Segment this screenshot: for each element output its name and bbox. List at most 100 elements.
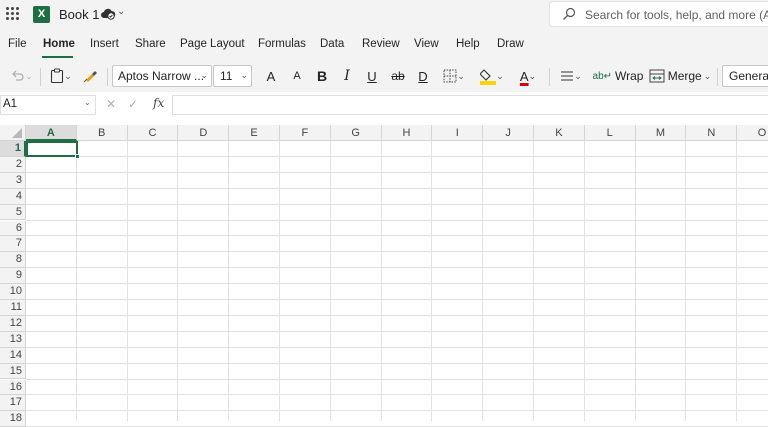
tab-share[interactable]: Share bbox=[135, 38, 166, 50]
app-launcher-icon[interactable] bbox=[6, 7, 20, 21]
ribbon-separator bbox=[717, 68, 718, 86]
column-header-f[interactable]: F bbox=[280, 125, 331, 141]
row-header-11[interactable]: 11 bbox=[0, 300, 26, 316]
grid-row-line bbox=[26, 171, 768, 173]
grid-row-line bbox=[26, 410, 768, 412]
column-header-g[interactable]: G bbox=[330, 125, 382, 141]
row-header-5[interactable]: 5 bbox=[0, 204, 26, 221]
confirm-icon[interactable]: ✓ bbox=[128, 97, 138, 111]
column-header-c[interactable]: C bbox=[127, 125, 179, 141]
document-title[interactable]: Book 1 bbox=[59, 7, 99, 22]
column-header-h[interactable]: H bbox=[381, 125, 433, 141]
merge-button[interactable]: Merge ⌄ bbox=[647, 66, 713, 86]
borders-icon bbox=[443, 69, 457, 83]
column-header-m[interactable]: M bbox=[635, 125, 687, 141]
column-header-a[interactable]: A bbox=[26, 125, 77, 141]
bold-button[interactable]: B bbox=[313, 66, 331, 86]
fill-color-button[interactable]: ⌄ bbox=[475, 66, 509, 86]
row-header-17[interactable]: 17 bbox=[0, 395, 26, 412]
column-header-k[interactable]: K bbox=[534, 125, 585, 141]
tab-draw[interactable]: Draw bbox=[497, 38, 524, 50]
grid-row-line bbox=[26, 299, 768, 300]
cancel-icon[interactable]: ✕ bbox=[106, 97, 116, 111]
font-color-glyph: A bbox=[519, 68, 529, 84]
tab-data[interactable]: Data bbox=[320, 38, 344, 50]
row-header-8[interactable]: 8 bbox=[0, 252, 26, 269]
grid-row-line bbox=[26, 203, 768, 205]
column-header-b[interactable]: B bbox=[76, 125, 128, 141]
grid-row-line bbox=[26, 155, 768, 157]
row-header-13[interactable]: 13 bbox=[0, 331, 26, 348]
row-header-3[interactable]: 3 bbox=[0, 172, 26, 189]
name-box-chevron-icon[interactable]: ⌄ bbox=[84, 98, 91, 107]
tab-formulas[interactable]: Formulas bbox=[258, 38, 306, 50]
row-header-2[interactable]: 2 bbox=[0, 156, 26, 173]
row-header-10[interactable]: 10 bbox=[0, 284, 26, 300]
italic-button[interactable]: I bbox=[338, 66, 356, 86]
grid-row-line bbox=[26, 346, 768, 348]
row-header-9[interactable]: 9 bbox=[0, 268, 26, 285]
clipboard-icon bbox=[51, 68, 64, 84]
tab-home[interactable]: Home bbox=[43, 38, 75, 50]
ribbon-tabs: File Home Insert Share Page Layout Formu… bbox=[0, 30, 768, 60]
row-header-4[interactable]: 4 bbox=[0, 188, 26, 205]
active-tab-indicator bbox=[42, 56, 73, 58]
row-header-7[interactable]: 7 bbox=[0, 236, 26, 253]
column-header-d[interactable]: D bbox=[178, 125, 230, 141]
tab-page-layout[interactable]: Page Layout bbox=[180, 38, 245, 50]
title-chevron-down-icon[interactable]: ⌄ bbox=[117, 6, 125, 17]
wrap-text-button[interactable]: ab↵ Wrap bbox=[592, 66, 644, 86]
select-all-corner[interactable] bbox=[0, 125, 26, 141]
grid-row-line bbox=[26, 394, 768, 396]
row-header-16[interactable]: 16 bbox=[0, 379, 26, 396]
undo-button[interactable]: ⌄ bbox=[8, 66, 36, 86]
tab-review[interactable]: Review bbox=[362, 38, 400, 50]
underline-button[interactable]: U bbox=[363, 66, 381, 86]
column-header-n[interactable]: N bbox=[686, 125, 738, 141]
formula-input[interactable] bbox=[172, 95, 768, 115]
row-header-6[interactable]: 6 bbox=[0, 220, 26, 237]
font-name-select[interactable]: Aptos Narrow ... ⌄ bbox=[112, 65, 212, 87]
number-format-select[interactable]: General bbox=[722, 65, 768, 87]
undo-icon bbox=[12, 70, 24, 81]
font-size-select[interactable]: 11 ⌄ bbox=[213, 65, 252, 87]
search-box[interactable]: Search for tools, help, and more (Alt + … bbox=[549, 1, 768, 27]
tab-insert[interactable]: Insert bbox=[90, 38, 119, 50]
column-header-j[interactable]: J bbox=[483, 125, 534, 141]
column-header-e[interactable]: E bbox=[229, 125, 280, 141]
tab-view[interactable]: View bbox=[414, 38, 439, 50]
name-box[interactable]: A1 bbox=[0, 95, 96, 115]
strikethrough-button[interactable]: ab bbox=[388, 66, 408, 86]
tab-help[interactable]: Help bbox=[456, 38, 480, 50]
column-header-i[interactable]: I bbox=[432, 125, 484, 141]
fill-handle[interactable] bbox=[75, 154, 80, 159]
align-button[interactable]: ⌄ bbox=[555, 66, 587, 86]
row-header-15[interactable]: 15 bbox=[0, 363, 26, 380]
row-header-14[interactable]: 14 bbox=[0, 347, 26, 364]
tab-file[interactable]: File bbox=[8, 38, 27, 50]
merge-label: Merge bbox=[667, 69, 702, 83]
increase-font-size-button[interactable]: A bbox=[262, 66, 280, 86]
column-header-l[interactable]: L bbox=[584, 125, 636, 141]
font-color-button[interactable]: A ⌄ bbox=[512, 66, 544, 86]
decrease-font-size-button[interactable]: A bbox=[288, 66, 306, 86]
column-header-o[interactable]: O bbox=[737, 125, 768, 141]
grid-row-line bbox=[26, 362, 768, 364]
paste-button[interactable]: ⌄ bbox=[46, 66, 76, 86]
row-header-1[interactable]: 1 bbox=[0, 141, 26, 157]
borders-button[interactable]: ⌄ bbox=[438, 66, 470, 86]
wrap-text-icon: ab↵ bbox=[592, 70, 613, 82]
double-underline-button[interactable]: D bbox=[414, 66, 432, 86]
insert-function-icon[interactable]: fx bbox=[153, 96, 164, 110]
align-left-icon bbox=[561, 71, 574, 81]
grid-row-line bbox=[26, 187, 768, 189]
spreadsheet-grid[interactable]: A B C D E F G H I J K L M N O 1 2 3 4 5 6 7 8 9 10 11 12 13 14 15 16 17… bbox=[0, 125, 768, 427]
grid-row-line bbox=[26, 219, 768, 221]
format-painter-button[interactable] bbox=[80, 66, 102, 86]
title-bar: X Book 1 ⌄ Search for tools, help, and m… bbox=[0, 0, 768, 30]
cloud-sync-icon[interactable] bbox=[100, 7, 116, 21]
row-header-12[interactable]: 12 bbox=[0, 315, 26, 332]
row-header-18[interactable]: 18 bbox=[0, 411, 26, 427]
grid-row-line bbox=[26, 330, 768, 332]
active-cell-a1[interactable] bbox=[26, 141, 78, 157]
